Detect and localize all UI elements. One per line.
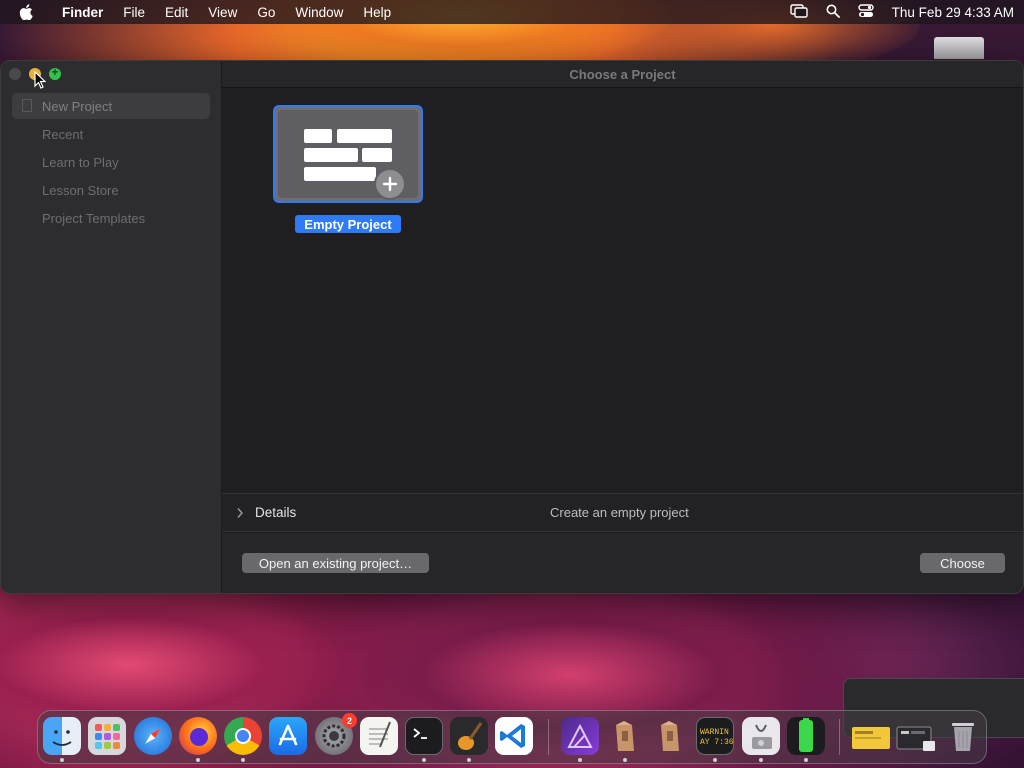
brick-shape xyxy=(337,129,392,143)
running-indicator xyxy=(196,758,200,762)
main-pane: Choose a Project Empty Project Details C… xyxy=(222,61,1023,593)
recent-stack-icon[interactable] xyxy=(895,717,939,755)
affinity-icon[interactable] xyxy=(561,717,599,755)
zoom-window-button[interactable] xyxy=(49,65,61,80)
trash-icon[interactable] xyxy=(944,717,982,755)
sidebar-item-label: Lesson Store xyxy=(42,182,119,198)
control-center-icon[interactable] xyxy=(857,3,874,21)
sidebar-item-learn-to-play[interactable]: Learn to Play xyxy=(12,149,210,175)
archive-utility-2-icon[interactable] xyxy=(651,717,689,755)
chevron-right-icon[interactable] xyxy=(236,507,244,519)
menu-app-name[interactable]: Finder xyxy=(52,5,113,20)
firefox-icon[interactable] xyxy=(179,717,217,755)
details-toggle[interactable]: Details xyxy=(255,505,296,520)
menu-view[interactable]: View xyxy=(198,5,247,20)
brick-shape xyxy=(304,129,332,143)
sidebar-item-recent[interactable]: Recent xyxy=(12,121,210,147)
textedit-icon[interactable] xyxy=(360,717,398,755)
sidebar: New Project Recent Learn to Play Lesson … xyxy=(1,61,222,593)
notification-badge: 2 xyxy=(342,713,357,728)
menu-go[interactable]: Go xyxy=(247,5,285,20)
garageband-icon[interactable] xyxy=(450,717,488,755)
plus-icon xyxy=(374,168,406,200)
open-existing-project-button[interactable]: Open an existing project… xyxy=(242,553,429,573)
running-indicator xyxy=(422,758,426,762)
svg-text:AY 7:36: AY 7:36 xyxy=(700,738,734,747)
running-indicator xyxy=(804,758,808,762)
running-indicator xyxy=(759,758,763,762)
close-window-button[interactable] xyxy=(9,68,21,80)
archive-utility-icon[interactable] xyxy=(606,717,644,755)
running-indicator xyxy=(623,758,627,762)
app-store-icon[interactable] xyxy=(269,717,307,755)
window-footer: Open an existing project… Choose xyxy=(222,533,1023,593)
dock: 2 WARNIN AY 7:36 xyxy=(37,710,987,764)
spotlight-search-icon[interactable] xyxy=(826,4,840,21)
system-settings-icon[interactable]: 2 xyxy=(315,713,357,755)
details-description: Create an empty project xyxy=(550,505,689,520)
sidebar-item-label: Recent xyxy=(42,126,84,142)
sidebar-item-label: Learn to Play xyxy=(42,154,119,170)
menu-file[interactable]: File xyxy=(113,5,155,20)
window-title: Choose a Project xyxy=(222,61,1023,88)
document-icon xyxy=(22,99,32,112)
chrome-icon[interactable] xyxy=(224,717,262,755)
launchpad-icon[interactable] xyxy=(88,717,126,755)
brick-shape xyxy=(304,167,376,181)
sidebar-item-label: Project Templates xyxy=(42,210,146,226)
running-indicator xyxy=(241,758,245,762)
empty-project-tile[interactable] xyxy=(273,105,423,203)
brick-shape xyxy=(304,148,358,162)
vscode-icon[interactable] xyxy=(495,717,533,755)
details-bar: Details Create an empty project xyxy=(222,493,1023,532)
dock-separator xyxy=(839,719,840,755)
menu-edit[interactable]: Edit xyxy=(155,5,198,20)
external-drive-icon[interactable] xyxy=(934,37,984,59)
console-icon[interactable]: WARNIN AY 7:36 xyxy=(696,717,734,755)
battery-app-icon[interactable] xyxy=(787,717,825,755)
sidebar-list: New Project Recent Learn to Play Lesson … xyxy=(12,93,210,233)
svg-text:WARNIN: WARNIN xyxy=(700,728,729,737)
menubar-clock[interactable]: Thu Feb 29 4:33 AM xyxy=(892,5,1014,20)
menubar: Finder File Edit View Go Window Help Thu… xyxy=(0,0,1024,24)
safari-icon[interactable] xyxy=(134,717,172,755)
screen-mirroring-icon[interactable] xyxy=(789,3,808,21)
menu-window[interactable]: Window xyxy=(285,5,353,20)
sidebar-item-label: New Project xyxy=(42,98,113,114)
apple-menu-icon[interactable] xyxy=(0,4,52,20)
sidebar-item-new-project[interactable]: New Project xyxy=(12,93,210,119)
empty-project-icon xyxy=(278,110,418,200)
dock-separator xyxy=(548,719,549,755)
empty-project-label[interactable]: Empty Project xyxy=(295,215,401,233)
downloads-stack-icon[interactable] xyxy=(850,717,892,755)
status-area: Thu Feb 29 4:33 AM xyxy=(772,3,1014,21)
project-chooser-window: New Project Recent Learn to Play Lesson … xyxy=(0,60,1024,594)
menu-help[interactable]: Help xyxy=(353,5,401,20)
brick-shape xyxy=(362,148,392,162)
disk-utility-icon[interactable] xyxy=(742,717,780,755)
mouse-pointer-icon xyxy=(34,71,46,89)
running-indicator xyxy=(60,758,64,762)
terminal-icon[interactable] xyxy=(405,717,443,755)
running-indicator xyxy=(467,758,471,762)
sidebar-item-project-templates[interactable]: Project Templates xyxy=(12,205,210,231)
sidebar-item-lesson-store[interactable]: Lesson Store xyxy=(12,177,210,203)
running-indicator xyxy=(578,758,582,762)
running-indicator xyxy=(713,758,717,762)
choose-button[interactable]: Choose xyxy=(920,553,1005,573)
finder-icon[interactable] xyxy=(43,717,81,755)
